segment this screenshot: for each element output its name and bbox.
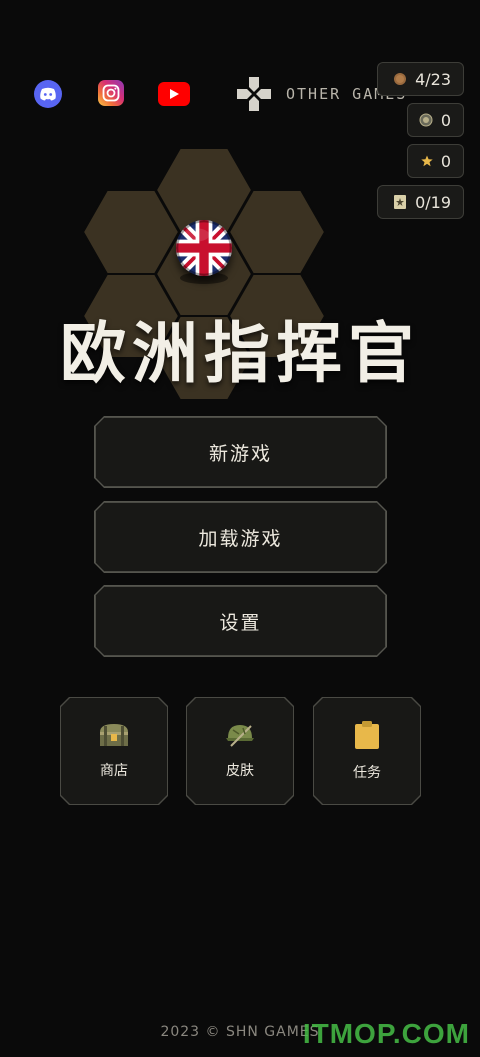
tasks-button[interactable]: 任务: [314, 698, 420, 804]
discord-glyph: [40, 87, 56, 101]
new-game-button[interactable]: 新游戏: [95, 417, 386, 487]
star-value: 0: [440, 151, 451, 171]
coin-counter[interactable]: 4/23: [377, 62, 464, 96]
shop-button[interactable]: 商店: [61, 698, 167, 804]
card-value: 0/19: [415, 192, 451, 212]
youtube-icon[interactable]: [158, 82, 190, 106]
card-counter[interactable]: 0/19: [377, 185, 464, 219]
load-game-button[interactable]: 加载游戏: [95, 502, 386, 572]
skins-button[interactable]: 皮肤: [187, 698, 293, 804]
play-glyph: [170, 89, 179, 99]
dpad-icon: [237, 77, 271, 111]
star-counter[interactable]: 0: [407, 144, 464, 178]
instagram-glyph: [102, 84, 120, 102]
medal-value: 0: [440, 110, 451, 130]
discord-icon[interactable]: [34, 80, 62, 108]
settings-button[interactable]: 设置: [95, 586, 386, 656]
medal-counter[interactable]: 0: [407, 103, 464, 137]
watermark: ITMOP.COM: [302, 1018, 470, 1049]
card-icon: [393, 194, 407, 210]
skins-label: 皮肤: [226, 763, 254, 779]
helmet-icon: [225, 722, 255, 748]
coin-icon: [393, 72, 407, 86]
instagram-icon[interactable]: [98, 80, 124, 106]
chest-icon: [98, 722, 130, 748]
star-icon: [421, 155, 433, 167]
shop-label: 商店: [100, 763, 128, 779]
tasks-label: 任务: [353, 765, 381, 781]
game-title: 欧洲指挥官: [60, 315, 420, 392]
medal-icon: [419, 113, 433, 127]
coin-value: 4/23: [415, 69, 451, 89]
clipboard-icon: [354, 720, 380, 750]
uk-flag-icon: [176, 220, 232, 276]
